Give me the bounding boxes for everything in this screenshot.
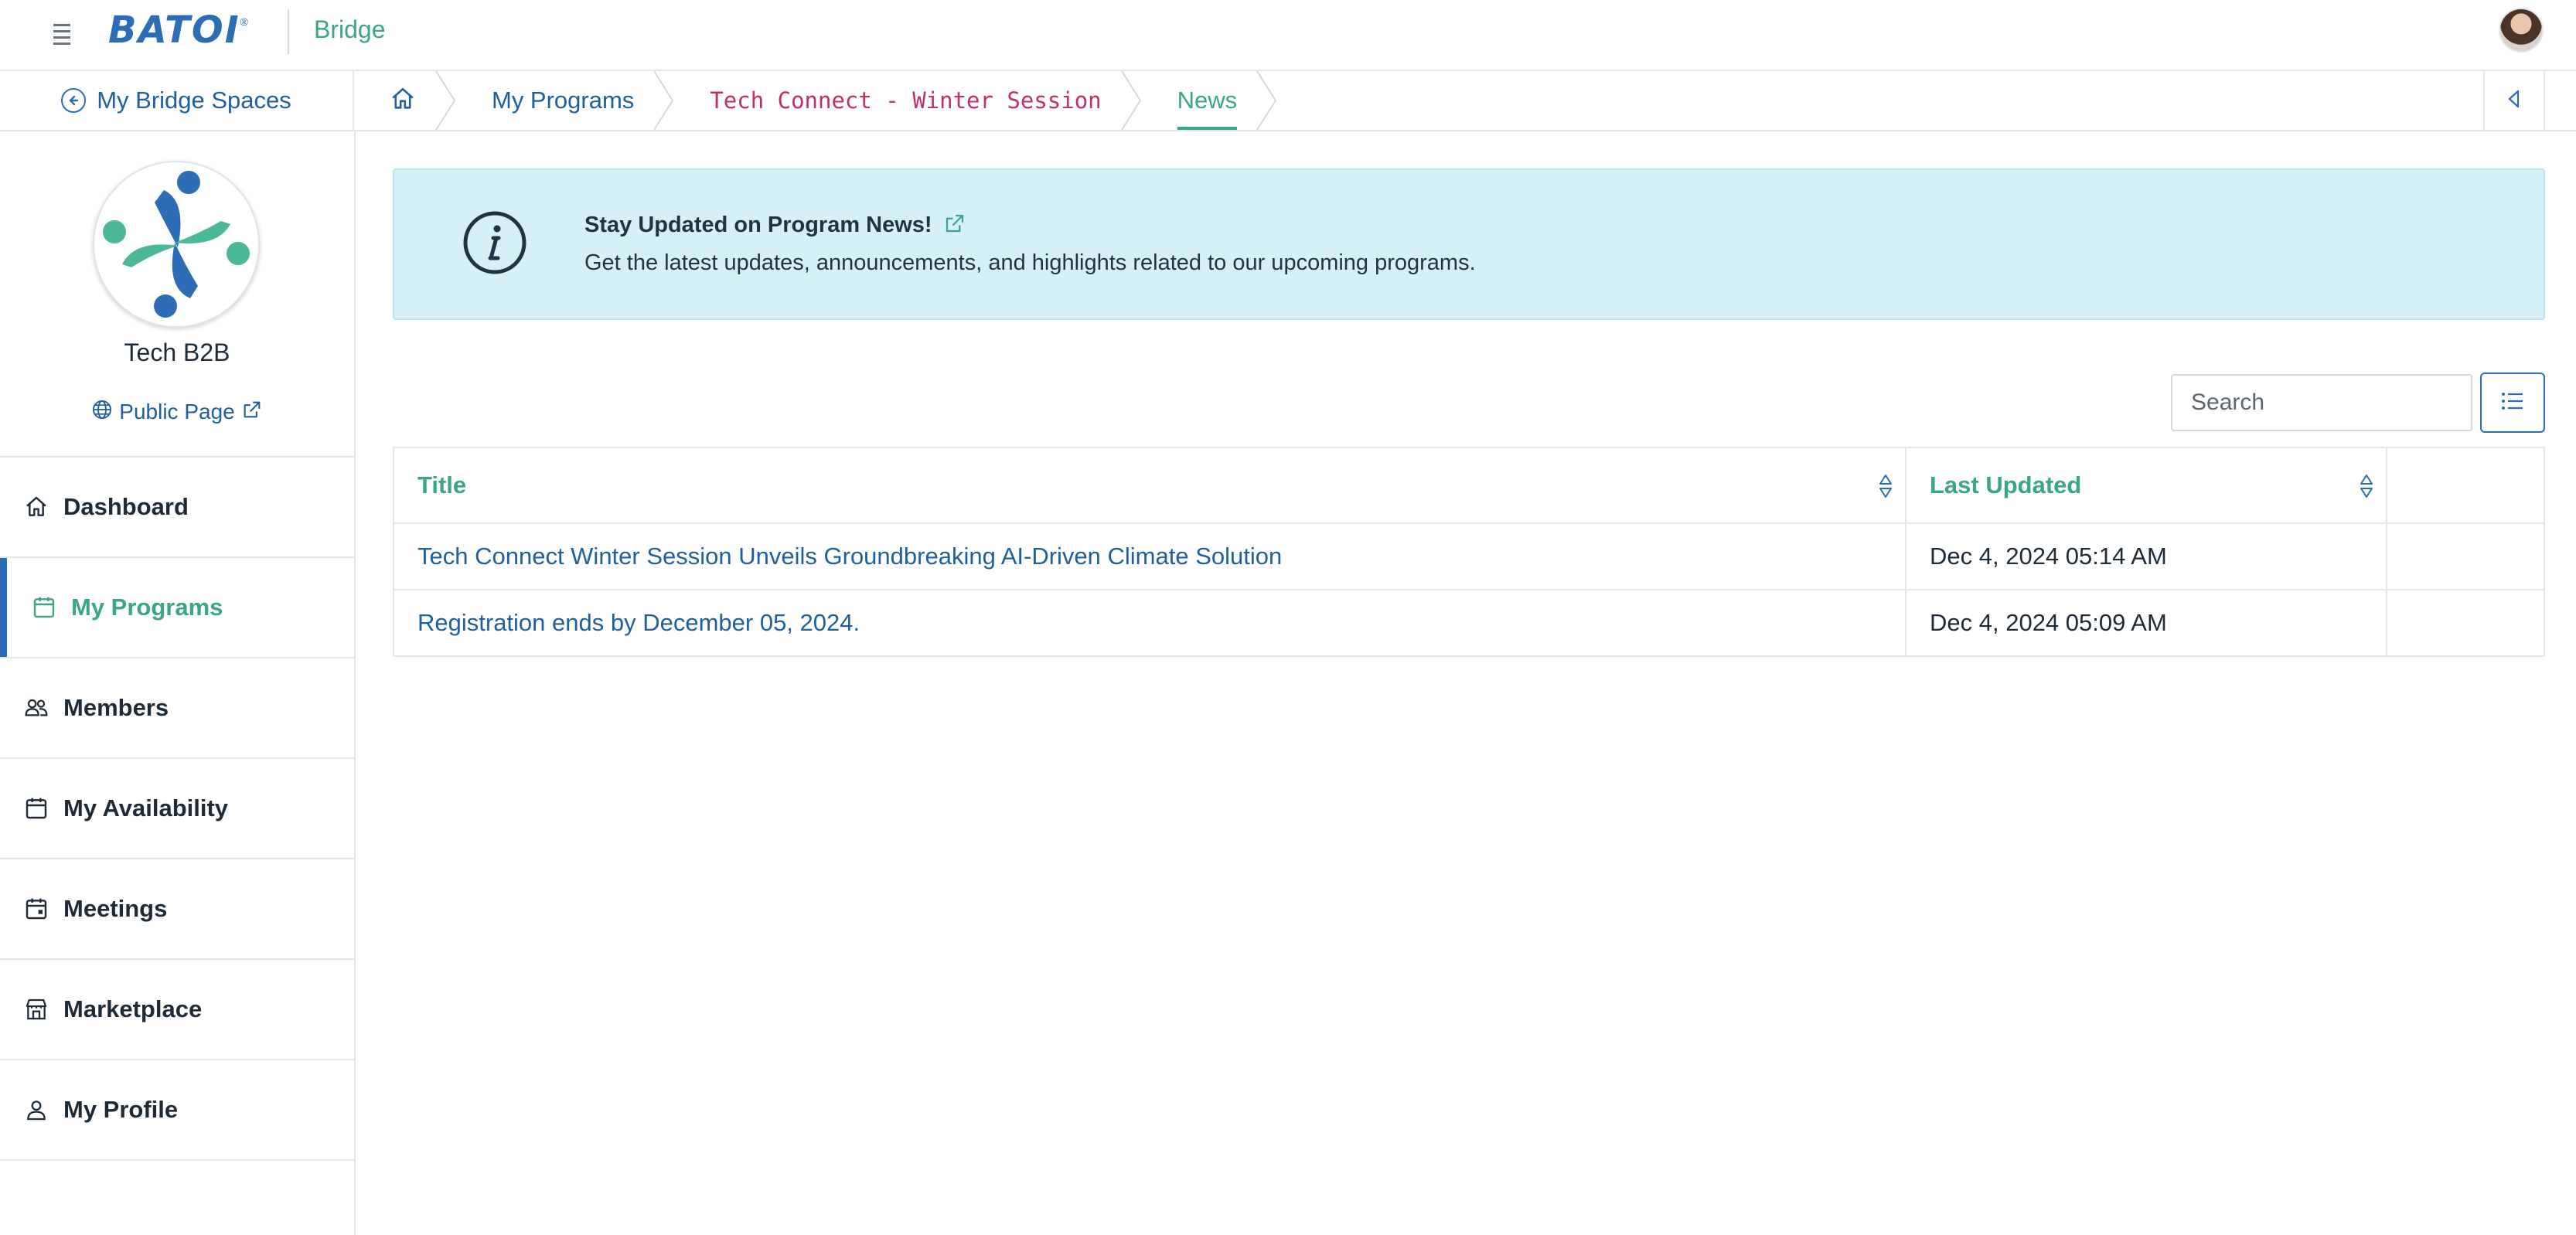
banner-text: Get the latest updates, announcements, a… bbox=[584, 250, 1476, 275]
sidebar-item-my-profile[interactable]: My Profile bbox=[0, 1060, 354, 1161]
breadcrumb: My Programs Tech Connect - Winter Sessio… bbox=[356, 71, 1277, 130]
sidebar-item-dashboard[interactable]: Dashboard bbox=[0, 458, 354, 558]
table-row[interactable]: Registration ends by December 05, 2024. … bbox=[394, 590, 2544, 655]
breadcrumb-news[interactable]: News bbox=[1136, 71, 1277, 130]
batoi-logo[interactable]: BATOI ® bbox=[108, 9, 248, 52]
org-name: Tech B2B bbox=[124, 339, 230, 366]
last-updated-value: Dec 4, 2024 05:09 AM bbox=[1930, 609, 2167, 636]
collapse-panel-button[interactable] bbox=[2483, 71, 2545, 130]
breadcrumb-my-programs-label: My Programs bbox=[492, 87, 635, 114]
caret-left-icon bbox=[2506, 89, 2523, 113]
breadcrumb-program[interactable]: Tech Connect - Winter Session bbox=[668, 71, 1141, 130]
title-cell: Registration ends by December 05, 2024. bbox=[394, 590, 1906, 655]
active-tab-underline bbox=[1177, 127, 1238, 130]
sidebar-item-label: Members bbox=[63, 694, 169, 721]
sidebar-nav: Dashboard My Programs Members My Availab… bbox=[0, 456, 354, 1161]
breadcrumb-program-label: Tech Connect - Winter Session bbox=[710, 87, 1102, 114]
last-updated-value: Dec 4, 2024 05:14 AM bbox=[1930, 543, 2167, 570]
breadcrumb-my-programs[interactable]: My Programs bbox=[450, 71, 674, 130]
list-view-button[interactable] bbox=[2480, 373, 2545, 433]
sidebar-item-label: My Profile bbox=[63, 1096, 179, 1123]
title-cell: Tech Connect Winter Session Unveils Grou… bbox=[394, 524, 1906, 589]
banner-title: Stay Updated on Program News! bbox=[584, 213, 932, 237]
actions-cell bbox=[2387, 590, 2544, 655]
sidebar-item-my-availability[interactable]: My Availability bbox=[0, 759, 354, 859]
last-updated-cell: Dec 4, 2024 05:09 AM bbox=[1906, 590, 2387, 655]
info-banner: Stay Updated on Program News! Get the la… bbox=[393, 168, 2545, 320]
home-icon bbox=[23, 494, 49, 520]
column-header-label: Last Updated bbox=[1930, 471, 2082, 498]
sidebar-item-label: My Programs bbox=[71, 594, 223, 621]
external-link-icon[interactable] bbox=[943, 212, 966, 239]
sort-icon[interactable] bbox=[1877, 473, 1894, 499]
arrow-left-circle-icon bbox=[61, 88, 87, 113]
news-title-link[interactable]: Registration ends by December 05, 2024. bbox=[417, 609, 860, 637]
sidebar-item-members[interactable]: Members bbox=[0, 658, 354, 759]
globe-icon bbox=[91, 399, 113, 424]
sidebar: Tech B2B Public Page Dashboard My Progra… bbox=[0, 131, 356, 1235]
users-icon bbox=[23, 695, 49, 721]
sidebar-item-my-programs[interactable]: My Programs bbox=[0, 558, 354, 658]
org-logo bbox=[93, 161, 260, 328]
shop-icon bbox=[23, 996, 49, 1022]
banner-title-row: Stay Updated on Program News! bbox=[584, 212, 966, 239]
calendar-event-icon bbox=[23, 896, 49, 922]
top-bar: BATOI ® Bridge bbox=[0, 0, 2576, 71]
public-page-label: Public Page bbox=[119, 399, 235, 424]
app-name: Bridge bbox=[314, 15, 386, 43]
column-header-actions bbox=[2387, 448, 2544, 522]
sidebar-item-label: My Availability bbox=[63, 794, 229, 822]
sidebar-item-marketplace[interactable]: Marketplace bbox=[0, 960, 354, 1060]
news-title-link[interactable]: Tech Connect Winter Session Unveils Grou… bbox=[417, 543, 1282, 570]
sidebar-item-meetings[interactable]: Meetings bbox=[0, 859, 354, 960]
sort-icon[interactable] bbox=[2358, 473, 2375, 499]
person-icon bbox=[23, 1097, 49, 1123]
table-header-row: Title Last Updated bbox=[394, 448, 2544, 524]
info-icon bbox=[462, 210, 527, 275]
logo-registered-mark: ® bbox=[240, 15, 248, 28]
list-icon bbox=[2499, 390, 2526, 417]
public-page-link[interactable]: Public Page bbox=[0, 399, 354, 424]
breadcrumb-bar: My Bridge Spaces My Programs Tech Connec… bbox=[0, 71, 2576, 131]
sidebar-item-label: Marketplace bbox=[63, 995, 203, 1022]
logo-divider bbox=[288, 9, 289, 54]
actions-cell bbox=[2387, 524, 2544, 589]
calendar-icon bbox=[23, 795, 49, 822]
column-header-last-updated[interactable]: Last Updated bbox=[1906, 448, 2387, 522]
sidebar-item-label: Meetings bbox=[63, 895, 168, 922]
back-to-bridge-spaces-label: My Bridge Spaces bbox=[97, 87, 291, 114]
search-input[interactable] bbox=[2171, 374, 2472, 431]
logo-text: BATOI bbox=[108, 9, 240, 52]
news-table: Title Last Updated Tech Connect Winter S… bbox=[393, 447, 2545, 657]
column-header-title[interactable]: Title bbox=[394, 448, 1906, 522]
home-icon bbox=[390, 86, 416, 116]
last-updated-cell: Dec 4, 2024 05:14 AM bbox=[1906, 524, 2387, 589]
back-to-bridge-spaces-button[interactable]: My Bridge Spaces bbox=[0, 71, 354, 130]
calendar-icon bbox=[31, 594, 57, 621]
breadcrumb-news-label: News bbox=[1177, 87, 1238, 114]
user-avatar[interactable] bbox=[2499, 8, 2544, 53]
external-link-icon bbox=[241, 399, 263, 424]
sidebar-item-label: Dashboard bbox=[63, 493, 189, 520]
column-header-label: Title bbox=[417, 471, 467, 498]
table-row[interactable]: Tech Connect Winter Session Unveils Grou… bbox=[394, 524, 2544, 590]
hamburger-menu-icon[interactable] bbox=[48, 20, 76, 48]
breadcrumb-home[interactable] bbox=[356, 71, 456, 130]
